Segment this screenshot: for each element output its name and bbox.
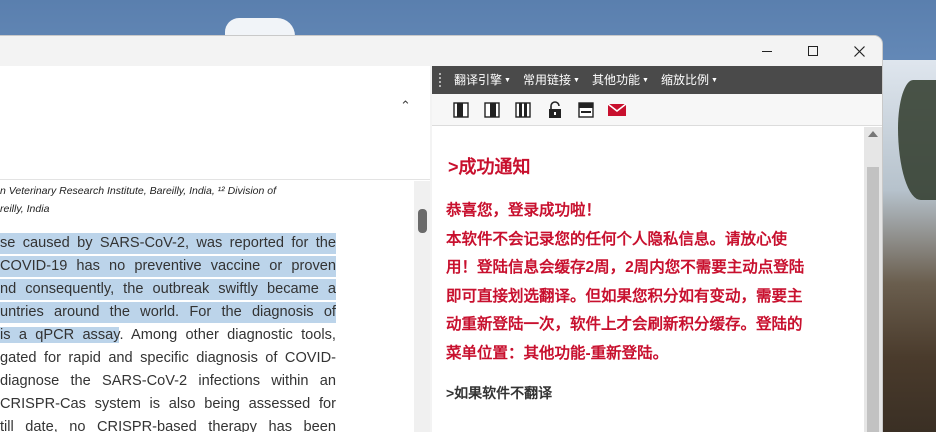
document-body[interactable]: n Veterinary Research Institute, Bareill… bbox=[0, 181, 414, 432]
abstract-line: is a qPCR assay. Among other diagnostic … bbox=[0, 325, 336, 346]
translation-content[interactable]: >成功通知 恭喜您，登录成功啦！ 本软件不会记录您的任何个人隐私信息。请放心使 … bbox=[432, 127, 864, 432]
cut-off-text bbox=[446, 419, 846, 432]
book-icon bbox=[515, 102, 531, 118]
document-scrollbar[interactable] bbox=[414, 181, 430, 432]
notice-line: 用！登陆信息会缓存2周，2周内您不需要主动点登陆 bbox=[446, 259, 805, 276]
menu-other-functions[interactable]: 其他功能 ▼ bbox=[592, 66, 649, 94]
book-button[interactable] bbox=[481, 100, 503, 120]
book-button[interactable] bbox=[450, 100, 472, 120]
notice-line: 本软件不会记录您的任何个人隐私信息。请放心使 bbox=[446, 230, 788, 248]
abstract-line: nd consequently, the outbreak swiftly be… bbox=[0, 279, 336, 300]
mail-button[interactable] bbox=[606, 100, 628, 120]
menu-common-links[interactable]: 常用链接 ▼ bbox=[523, 66, 580, 94]
abstract-line: gated for rapid and specific diagnosis o… bbox=[0, 350, 336, 366]
mail-icon bbox=[607, 103, 627, 116]
close-icon bbox=[853, 45, 865, 57]
book-icon bbox=[484, 102, 500, 118]
notice-subheading: >如果软件不翻译 bbox=[446, 385, 553, 401]
notice-line: 即可直接划选翻译。但如果您积分如有变动，需要主 bbox=[446, 287, 803, 305]
menu-translate-engine[interactable]: 翻译引擎 ▼ bbox=[454, 66, 511, 94]
abstract-line: untries around the world. For the diagno… bbox=[0, 302, 336, 323]
abstract-text-span: . Among other diagnostic tools, bbox=[119, 327, 336, 343]
caret-down-icon: ▼ bbox=[504, 76, 511, 84]
scrollbar-thumb[interactable] bbox=[867, 167, 879, 432]
unlock-button[interactable] bbox=[544, 100, 566, 120]
app-window: ⌃ n Veterinary Research Institute, Barei… bbox=[0, 36, 882, 432]
book-icon bbox=[453, 102, 469, 118]
translator-toolbar bbox=[432, 94, 882, 126]
drag-handle-icon[interactable] bbox=[438, 72, 442, 88]
menu-zoom-ratio[interactable]: 缩放比例 ▼ bbox=[661, 66, 718, 94]
scroll-up-icon[interactable] bbox=[868, 131, 878, 137]
abstract-line: se caused by SARS-CoV-2, was reported fo… bbox=[0, 233, 336, 254]
affiliation-line: n Veterinary Research Institute, Bareill… bbox=[0, 185, 277, 197]
minimize-button[interactable] bbox=[744, 36, 790, 66]
highlighted-text: is a qPCR assay bbox=[0, 327, 120, 343]
window-icon bbox=[578, 102, 594, 118]
background-tree bbox=[898, 80, 936, 200]
notice-line: 恭喜您，登录成功啦！ bbox=[446, 202, 602, 219]
abstract-line: diagnose the SARS-CoV-2 infections withi… bbox=[0, 373, 336, 389]
abstract-line: COVID-19 has no preventive vaccine or pr… bbox=[0, 256, 336, 277]
chevron-up-icon[interactable]: ⌃ bbox=[400, 98, 411, 114]
affiliation-line: reilly, India bbox=[0, 203, 50, 215]
minimize-icon bbox=[762, 50, 772, 52]
notice-heading: >成功通知 bbox=[448, 157, 531, 177]
caret-down-icon: ▼ bbox=[711, 76, 718, 84]
caret-down-icon: ▼ bbox=[573, 76, 580, 84]
caret-down-icon: ▼ bbox=[642, 76, 649, 84]
scrollbar-thumb[interactable] bbox=[418, 209, 427, 233]
maximize-button[interactable] bbox=[790, 36, 836, 66]
abstract-line: till date, no CRISPR-based therapy has b… bbox=[0, 419, 336, 432]
translator-menubar: 翻译引擎 ▼ 常用链接 ▼ 其他功能 ▼ 缩放比例 ▼ bbox=[432, 66, 882, 94]
close-button[interactable] bbox=[836, 36, 882, 66]
translation-scrollbar[interactable] bbox=[864, 127, 882, 432]
book-button[interactable] bbox=[512, 100, 534, 120]
notice-line: 菜单位置：其他功能-重新登陆。 bbox=[446, 344, 669, 362]
notice-message: 恭喜您，登录成功啦！ 本软件不会记录您的任何个人隐私信息。请放心使 用！登陆信息… bbox=[446, 197, 856, 368]
document-pane: ⌃ n Veterinary Research Institute, Barei… bbox=[0, 66, 430, 432]
notice-line: 动重新登陆一次，软件上才会刷新积分缓存。登陆的 bbox=[446, 316, 803, 333]
title-bar bbox=[0, 36, 882, 66]
document-ribbon: ⌃ bbox=[0, 66, 430, 180]
maximize-icon bbox=[808, 46, 818, 56]
translation-panel: 翻译引擎 ▼ 常用链接 ▼ 其他功能 ▼ 缩放比例 ▼ >成功通知 恭喜您，登录… bbox=[432, 66, 882, 432]
abstract-line: CRISPR-Cas system is also being assessed… bbox=[0, 396, 336, 412]
window-button[interactable] bbox=[575, 100, 597, 120]
unlock-icon bbox=[549, 101, 561, 118]
